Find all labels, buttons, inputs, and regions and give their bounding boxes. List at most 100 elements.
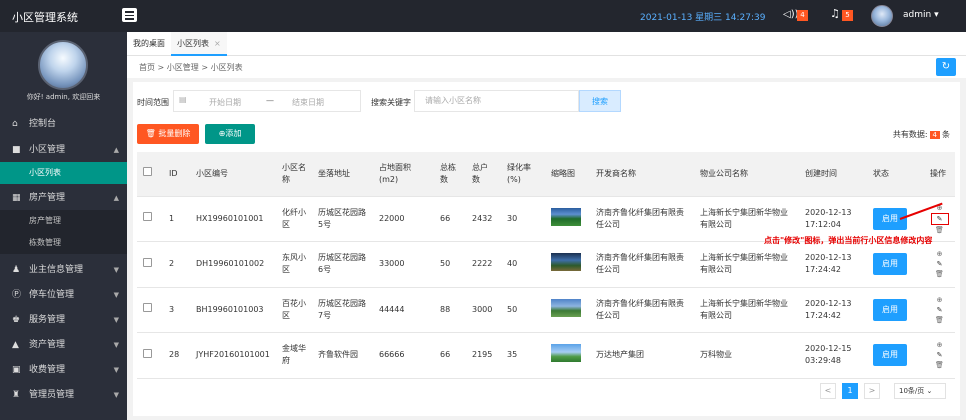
sidebar-item-label: 小区管理 — [29, 145, 66, 155]
chevron-down-icon: ▼ — [113, 316, 119, 324]
row-checkbox[interactable] — [143, 303, 152, 313]
sidebar-item-fees[interactable]: ▣ 收费管理 ▼ — [0, 358, 127, 382]
user-menu[interactable]: admin ▾ — [903, 10, 939, 20]
row-checkbox[interactable] — [143, 212, 152, 222]
enable-button[interactable]: 启用 — [873, 253, 907, 276]
cell-name: 百花小区 — [276, 287, 312, 333]
sidebar-item-dashboard[interactable]: ⌂ 控制台 — [0, 112, 127, 136]
cell-green: 50 — [501, 287, 545, 333]
total-unit: 条 — [942, 130, 950, 139]
page-size-select[interactable]: 10条/页 ⌄ — [894, 383, 946, 399]
trash-icon[interactable]: 🗑 — [924, 269, 955, 279]
cell-name: 东风小区 — [276, 241, 312, 288]
sidebar-item-parking[interactable]: Ⓟ 停车位管理 ▼ — [0, 283, 127, 307]
tab-bar: 我的桌面 小区列表 × — [127, 32, 966, 56]
header-green: 绿化率(%) — [501, 152, 545, 197]
sidebar-item-community[interactable]: ■ 小区管理 ▲ — [0, 138, 127, 162]
add-button[interactable]: ⊕添加 — [205, 124, 255, 144]
menu-toggle-icon[interactable] — [122, 8, 137, 22]
header-ops: 操作 — [924, 152, 955, 197]
sidebar-subitem-buildings[interactable]: 栋数管理 — [0, 232, 127, 254]
bell-badge: 5 — [842, 10, 853, 21]
edit-icon[interactable]: ✎ — [930, 212, 949, 225]
button-label: 添加 — [225, 129, 242, 138]
row-checkbox[interactable] — [143, 348, 152, 358]
profile-avatar — [38, 40, 88, 90]
page-button-current[interactable]: 1 — [842, 383, 858, 399]
table-row: 3 BH19960101003 百花小区 历城区花园路7号 44444 88 3… — [137, 287, 955, 333]
search-button[interactable]: 搜索 — [579, 90, 621, 112]
cell-property-company: 上海新长宁集团新华物业有限公司 — [694, 241, 799, 288]
cell-area: 66666 — [373, 332, 434, 379]
sidebar: 你好! admin, 欢迎回来 ⌂ 控制台 ■ 小区管理 ▲ 小区列表 ▦ 房产… — [0, 32, 127, 420]
cell-developer: 济南齐鲁化纤集团有限责任公司 — [590, 196, 694, 242]
enable-button[interactable]: 启用 — [873, 344, 907, 367]
people-icon: ♟ — [12, 265, 21, 275]
sidebar-item-label: 收费管理 — [29, 365, 66, 375]
row-checkbox[interactable] — [143, 257, 152, 267]
welcome-text: 你好! admin, 欢迎回来 — [26, 93, 101, 101]
datetime-display: 2021-01-13 星期三 14:27:39 — [640, 13, 766, 23]
table-row: 2 DH19960101002 东风小区 历城区花园路6号 33000 50 2… — [137, 241, 955, 288]
prev-page-button[interactable]: < — [820, 383, 836, 399]
cell-developer: 万达地产集团 — [590, 332, 694, 379]
tab-label: 小区列表 — [177, 39, 209, 48]
cell-area: 33000 — [373, 241, 434, 288]
tab-community-list[interactable]: 小区列表 × — [171, 32, 227, 56]
sidebar-item-service[interactable]: ♚ 服务管理 ▼ — [0, 308, 127, 332]
info-icon[interactable]: ⊕ — [924, 340, 955, 350]
row-actions: ⊕ ✎ 🗑 — [924, 287, 955, 333]
refresh-icon[interactable]: ↻ — [936, 58, 956, 76]
edit-icon[interactable]: ✎ — [924, 259, 955, 269]
avatar[interactable] — [871, 5, 893, 27]
start-date-placeholder: 开始日期 — [209, 98, 241, 107]
tab-desktop[interactable]: 我的桌面 — [133, 32, 165, 56]
sidebar-item-property[interactable]: ▦ 房产管理 ▲ — [0, 186, 127, 210]
edit-icon[interactable]: ✎ — [924, 350, 955, 360]
sidebar-item-assets[interactable]: ▲ 资产管理 ▼ — [0, 333, 127, 357]
header-checkbox[interactable] — [137, 152, 163, 197]
info-icon[interactable]: ⊕ — [924, 249, 955, 259]
batch-delete-button[interactable]: 🗑 批量删除 — [137, 124, 199, 144]
cell-property-company: 万科物业 — [694, 332, 799, 379]
top-bar: 小区管理系统 2021-01-13 星期三 14:27:39 ◁)) 4 ♫ 5… — [0, 0, 966, 32]
edit-icon[interactable]: ✎ — [924, 305, 955, 315]
sidebar-subitem-community-list[interactable]: 小区列表 — [0, 162, 127, 184]
select-all-checkbox[interactable] — [143, 167, 152, 177]
page-size-label: 10条/页 — [899, 387, 925, 395]
sidebar-subitem-property[interactable]: 房产管理 — [0, 210, 127, 232]
app-title: 小区管理系统 — [12, 11, 78, 24]
chevron-down-icon: ▼ — [113, 291, 119, 299]
keyword-input[interactable]: 请输入小区名称 — [414, 90, 579, 112]
row-actions: ⊕ ✎ 🗑 — [924, 241, 955, 288]
cell-created: 2020-12-15 03:29:48 — [799, 332, 867, 379]
cell-green: 35 — [501, 332, 545, 379]
sidebar-item-owners[interactable]: ♟ 业主信息管理 ▼ — [0, 258, 127, 282]
header-developer: 开发商名称 — [590, 152, 694, 197]
sidebar-item-admins[interactable]: ♜ 管理员管理 ▼ — [0, 383, 127, 407]
fee-icon: ▣ — [12, 365, 21, 375]
enable-button[interactable]: 启用 — [873, 298, 907, 321]
thumbnail-image — [551, 253, 581, 272]
date-range-input[interactable]: ▤ 开始日期 — 结束日期 — [173, 90, 361, 112]
annotation-text: 点击"修改"图标，弹出当前行小区信息修改内容 — [764, 236, 933, 245]
bell-icon[interactable]: ♫ — [830, 7, 840, 20]
info-icon[interactable]: ⊕ — [924, 295, 955, 305]
trash-icon[interactable]: 🗑 — [924, 360, 955, 370]
next-page-button[interactable]: > — [864, 383, 880, 399]
thumbnail-image — [551, 207, 581, 226]
admin-icon: ♜ — [12, 390, 21, 400]
trash-icon[interactable]: 🗑 — [924, 315, 955, 325]
chevron-up-icon: ▲ — [113, 146, 119, 154]
header-area: 占地面积(m2) — [373, 152, 434, 197]
button-label: 批量删除 — [158, 129, 191, 138]
thumbnail-image — [551, 344, 581, 363]
cell-buildings: 66 — [434, 332, 466, 379]
sidebar-item-label: 服务管理 — [29, 315, 66, 325]
speaker-badge: 4 — [797, 10, 808, 21]
sidebar-item-label: 业主信息管理 — [29, 265, 84, 275]
cell-households: 2432 — [466, 196, 501, 242]
trash-icon[interactable]: 🗑 — [924, 225, 955, 235]
close-icon[interactable]: × — [214, 39, 221, 48]
header-status: 状态 — [867, 152, 924, 197]
